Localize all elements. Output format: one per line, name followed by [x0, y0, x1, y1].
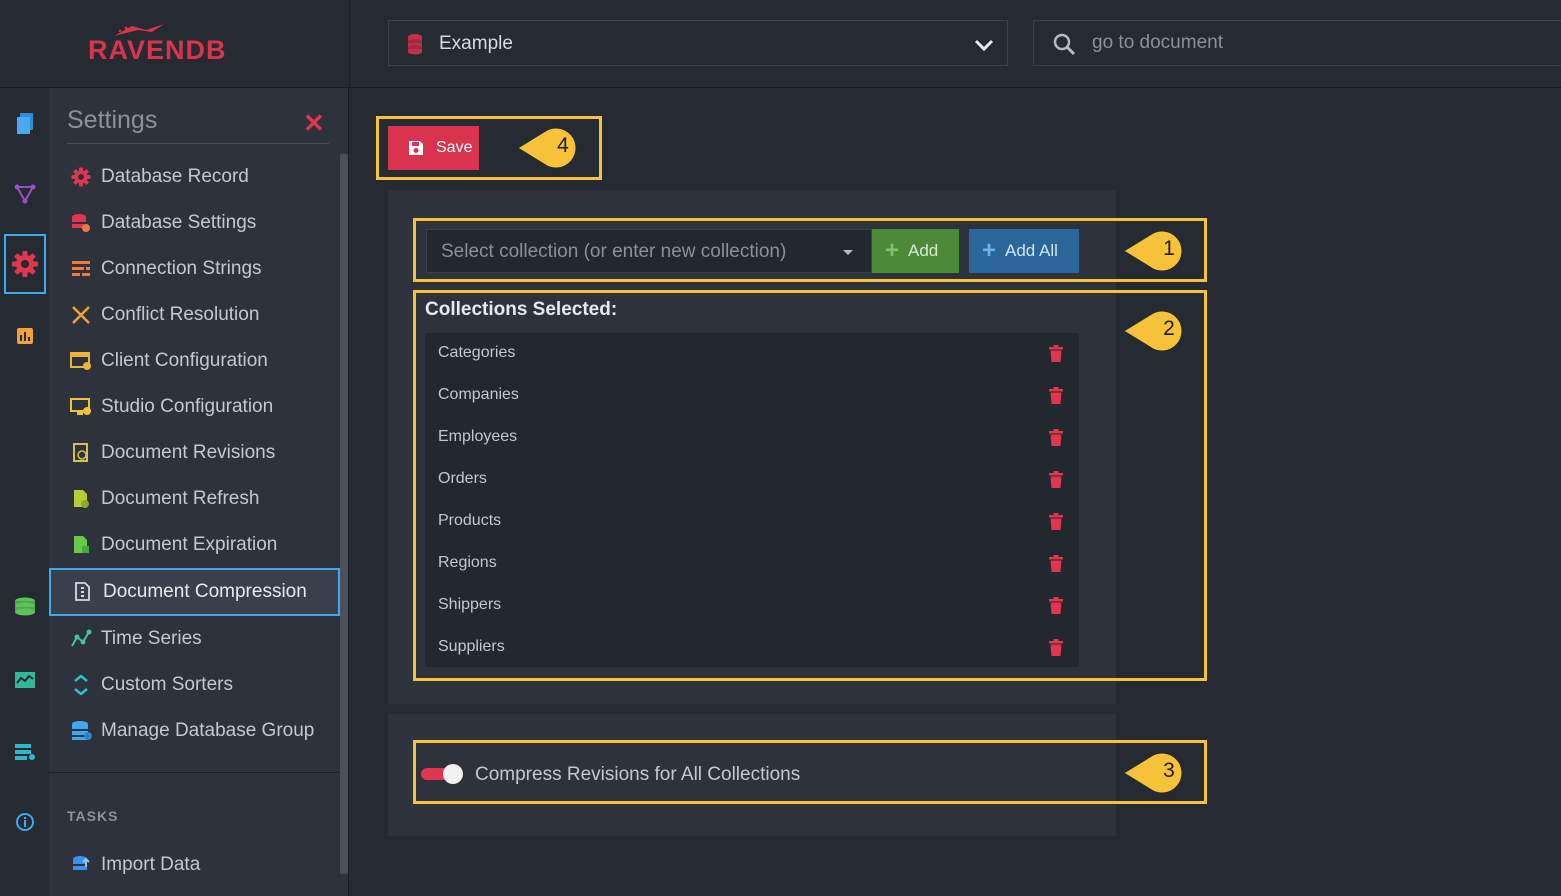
menu-item-conflict-resolution[interactable]: Conflict Resolution — [49, 292, 339, 338]
list-item: Products — [425, 501, 1079, 543]
add-button-label: Add — [908, 241, 939, 260]
compress-revisions-label: Compress Revisions for All Collections — [475, 764, 801, 785]
menu-item-custom-sorters[interactable]: Custom Sorters — [49, 662, 339, 708]
rail-stats[interactable] — [4, 306, 46, 366]
gear-icon — [67, 166, 95, 188]
menu-item-document-expiration[interactable]: Document Expiration — [49, 522, 339, 568]
about-icon — [16, 813, 34, 831]
sorters-icon — [67, 674, 95, 696]
plus-icon: + — [885, 237, 900, 264]
plus-icon: + — [982, 237, 997, 264]
main-nav-rail — [0, 88, 49, 896]
callout-3: 3 — [1123, 749, 1192, 797]
menu-item-document-revisions[interactable]: Document Revisions — [49, 430, 339, 476]
rail-documents[interactable] — [4, 94, 46, 154]
brand-logo[interactable]: RAVENDB — [88, 35, 227, 66]
documents-icon — [17, 113, 33, 134]
dashboard-icon — [15, 672, 35, 688]
document-search — [1033, 20, 1561, 66]
client-config-icon — [67, 350, 95, 372]
caret-down-icon — [843, 250, 853, 255]
tasks-section-label: TASKS — [67, 808, 119, 824]
brand-area: RAVENDB — [0, 0, 350, 88]
revisions-icon — [67, 442, 95, 464]
trash-icon[interactable] — [1049, 597, 1063, 614]
indexes-icon — [14, 184, 36, 204]
settings-menu: Settings ✕ Database Record Database Sett… — [49, 88, 349, 896]
settings-icon — [12, 251, 38, 277]
rail-cluster[interactable] — [4, 722, 46, 782]
timeseries-icon — [67, 628, 95, 650]
connection-strings-icon — [67, 258, 95, 280]
trash-icon[interactable] — [1049, 555, 1063, 572]
database-icon — [408, 34, 422, 55]
database-name: Example — [439, 33, 513, 54]
close-icon[interactable]: ✕ — [303, 110, 325, 136]
rail-databases[interactable] — [4, 578, 46, 638]
database-settings-icon — [67, 212, 95, 234]
settings-menu-title: Settings — [67, 106, 158, 134]
top-bar: RAVENDB Example — [0, 0, 1561, 88]
compression-icon — [69, 581, 97, 603]
studio-config-icon — [67, 396, 95, 418]
menu-divider — [49, 772, 339, 773]
menu-item-manage-database-group[interactable]: Manage Database Group — [49, 708, 339, 754]
cluster-icon — [15, 744, 35, 760]
trash-icon[interactable] — [1049, 639, 1063, 656]
collection-select[interactable]: Select collection (or enter new collecti… — [426, 229, 872, 273]
menu-item-connection-strings[interactable]: Connection Strings — [49, 246, 339, 292]
toggle-knob — [443, 764, 463, 784]
list-item: Categories — [425, 333, 1079, 375]
list-item: Shippers — [425, 585, 1079, 627]
refresh-icon — [67, 488, 95, 510]
callout-1: 1 — [1123, 227, 1192, 275]
menu-scrollbar[interactable] — [340, 154, 348, 874]
rail-settings[interactable] — [4, 234, 46, 294]
collections-selected-heading: Collections Selected: — [425, 299, 618, 320]
trash-icon[interactable] — [1049, 387, 1063, 404]
trash-icon[interactable] — [1049, 429, 1063, 446]
compress-revisions-toggle[interactable] — [421, 763, 465, 785]
search-icon — [1053, 33, 1076, 56]
menu-item-document-refresh[interactable]: Document Refresh — [49, 476, 339, 522]
add-button[interactable]: + Add — [872, 229, 959, 273]
selected-collections-list: Categories Companies Employees Orders Pr… — [425, 333, 1079, 667]
list-item: Companies — [425, 375, 1079, 417]
menu-item-database-record[interactable]: Database Record — [49, 154, 339, 200]
add-all-button-label: Add All — [1005, 241, 1058, 260]
list-item: Orders — [425, 459, 1079, 501]
collection-select-placeholder: Select collection (or enter new collecti… — [441, 241, 787, 262]
import-icon — [67, 854, 95, 876]
menu-item-time-series[interactable]: Time Series — [49, 616, 339, 662]
chevron-down-icon — [974, 39, 994, 52]
list-item: Employees — [425, 417, 1079, 459]
databases-icon — [15, 597, 35, 616]
rail-dashboard[interactable] — [4, 650, 46, 710]
database-group-icon — [67, 720, 95, 742]
menu-item-import-data[interactable]: Import Data — [49, 842, 339, 888]
save-label: Save — [436, 139, 473, 156]
trash-icon[interactable] — [1049, 471, 1063, 488]
trash-icon[interactable] — [1049, 513, 1063, 530]
menu-item-studio-configuration[interactable]: Studio Configuration — [49, 384, 339, 430]
menu-item-database-settings[interactable]: Database Settings — [49, 200, 339, 246]
settings-menu-header: Settings ✕ — [67, 106, 329, 144]
stats-icon — [17, 328, 33, 344]
callout-2: 2 — [1123, 307, 1192, 355]
expiration-icon — [67, 534, 95, 556]
trash-icon[interactable] — [1049, 345, 1063, 362]
rail-indexes[interactable] — [4, 164, 46, 224]
database-selector[interactable]: Example — [388, 20, 1008, 66]
callout-4: 4 — [517, 124, 586, 172]
list-item: Regions — [425, 543, 1079, 585]
list-item: Suppliers — [425, 627, 1079, 669]
search-input[interactable] — [1090, 29, 1490, 57]
menu-item-document-compression[interactable]: Document Compression — [49, 568, 340, 616]
conflict-icon — [67, 304, 95, 326]
save-button[interactable]: Save — [388, 126, 479, 170]
add-all-button[interactable]: + Add All — [969, 229, 1079, 273]
save-icon — [409, 141, 423, 155]
rail-about[interactable] — [4, 792, 46, 852]
menu-item-client-configuration[interactable]: Client Configuration — [49, 338, 339, 384]
